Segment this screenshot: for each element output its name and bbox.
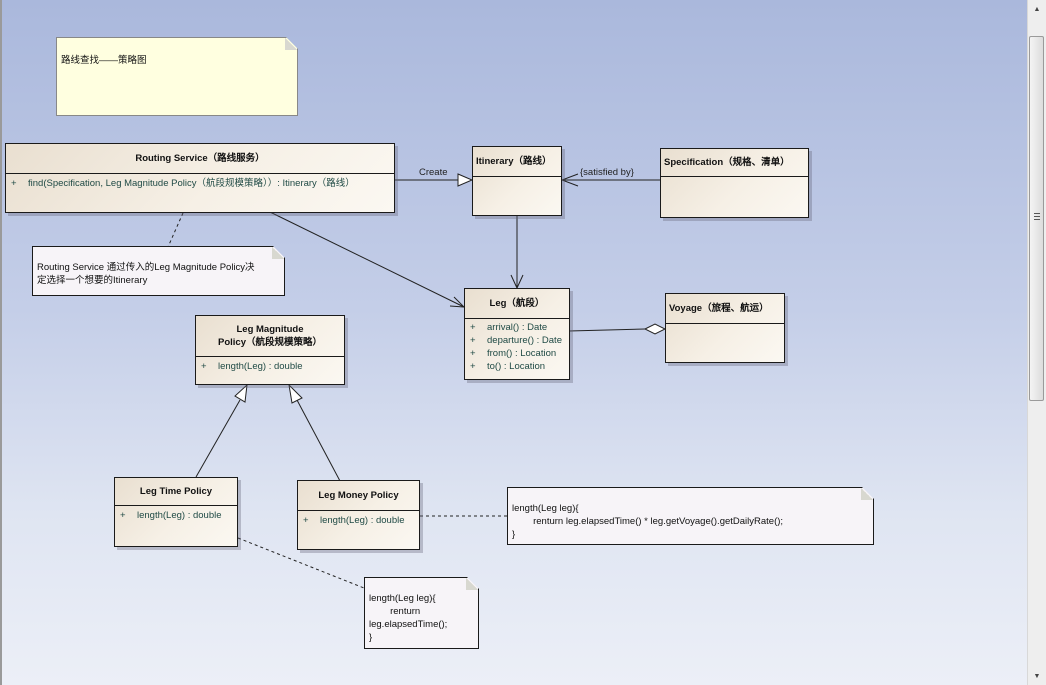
class-leg[interactable]: Leg（航段） + arrival() : Date + departure() :…: [464, 288, 570, 380]
operation-signature: to() : Location: [487, 361, 546, 372]
class-name: Routing Service（路线服务）: [6, 144, 394, 174]
leg-voyage-connector[interactable]: [568, 328, 646, 332]
class-voyage[interactable]: Voyage（旅程、航运）: [665, 293, 785, 363]
create-arrowhead: [457, 173, 474, 187]
visibility-marker: +: [470, 348, 476, 359]
arrow-down-icon: ▼: [1033, 672, 1041, 680]
class-name: Leg Money Policy: [298, 481, 419, 511]
scroll-up-button[interactable]: ▲: [1028, 0, 1046, 18]
class-name: Specification（规格、清单）: [661, 149, 808, 177]
generalization-arrowhead: [288, 383, 303, 404]
class-name-line: Policy（航段规模策略）: [218, 337, 322, 348]
code-line: leg.elapsedTime();: [369, 619, 448, 630]
title-note-text: 路线查找——策略图: [61, 55, 147, 66]
operation-arrival[interactable]: + arrival() : Date: [470, 321, 564, 334]
generalization-arrowhead: [234, 383, 248, 403]
money-policy-generalization[interactable]: [296, 399, 341, 482]
visibility-marker: +: [470, 361, 476, 372]
routing-note-link: [167, 212, 184, 248]
time-policy-code-note[interactable]: length(Leg leg){ renturn leg.elapsedTime…: [364, 577, 479, 649]
create-label: Create: [419, 167, 448, 178]
code-line: renturn leg.elapsedTime() * leg.getVoyag…: [512, 516, 784, 527]
operation-signature: departure() : Date: [487, 335, 562, 346]
money-policy-code-note[interactable]: length(Leg leg){ renturn leg.elapsedTime…: [507, 487, 874, 545]
operation-to[interactable]: + to() : Location: [470, 360, 564, 373]
scrollbar-thumb[interactable]: [1029, 36, 1044, 401]
routing-leg-connector[interactable]: [269, 211, 465, 308]
routing-explanation-note[interactable]: Routing Service 通过传入的Leg Magnitude Polic…: [32, 246, 285, 296]
title-note[interactable]: 路线查找——策略图: [56, 37, 298, 116]
operation-length[interactable]: + length(Leg) : double: [201, 360, 339, 373]
code-line: length(Leg leg){: [512, 503, 579, 514]
operation-signature: length(Leg) : double: [320, 515, 405, 526]
class-leg-time-policy[interactable]: Leg Time Policy + length(Leg) : double: [114, 477, 238, 547]
visibility-marker: +: [11, 178, 17, 189]
code-line: length(Leg leg){: [369, 593, 436, 604]
scroll-down-button[interactable]: ▼: [1028, 667, 1046, 685]
visibility-marker: +: [201, 361, 207, 372]
note-line: Routing Service 通过传入的Leg Magnitude Polic…: [37, 262, 255, 273]
diagram-canvas[interactable]: 路线查找——策略图 Routing Service（路线服务） + find(Sp…: [0, 0, 1027, 685]
operation-signature: find(Specification, Leg Magnitude Policy…: [28, 178, 355, 189]
class-itinerary[interactable]: Itinerary（路线）: [472, 146, 562, 216]
note-line: 定选择一个想要的Itinerary: [37, 275, 148, 286]
operation-find[interactable]: + find(Specification, Leg Magnitude Polic…: [11, 177, 389, 190]
operation-signature: arrival() : Date: [487, 322, 548, 333]
class-name: Itinerary（路线）: [473, 147, 561, 177]
arrow-up-icon: ▲: [1033, 5, 1041, 13]
class-specification[interactable]: Specification（规格、清单）: [660, 148, 809, 218]
grip-icon: [1034, 213, 1040, 221]
class-name-line: Leg Magnitude: [236, 324, 304, 335]
class-name: Voyage（旅程、航运）: [666, 294, 784, 324]
operation-length[interactable]: + length(Leg) : double: [120, 509, 232, 522]
operation-signature: from() : Location: [487, 348, 557, 359]
class-routing-service[interactable]: Routing Service（路线服务） + find(Specificatio…: [5, 143, 395, 213]
class-name: Leg（航段）: [465, 289, 569, 319]
visibility-marker: +: [120, 510, 126, 521]
routing-leg-arrowhead: [449, 296, 466, 308]
code-line: }: [512, 529, 516, 540]
aggregation-diamond: [643, 323, 667, 335]
code-line: }: [369, 632, 373, 643]
class-name: Leg Magnitude Policy（航段规模策略）: [196, 316, 344, 357]
visibility-marker: +: [470, 322, 476, 333]
satisfied-by-label: {satisfied by}: [580, 167, 634, 178]
operation-signature: length(Leg) : double: [137, 510, 222, 521]
operation-signature: length(Leg) : double: [218, 361, 303, 372]
time-policy-generalization[interactable]: [195, 399, 241, 478]
visibility-marker: +: [303, 515, 309, 526]
operation-departure[interactable]: + departure() : Date: [470, 334, 564, 347]
code-line: renturn: [369, 606, 421, 617]
operation-from[interactable]: + from() : Location: [470, 347, 564, 360]
class-name: Leg Time Policy: [115, 478, 237, 506]
visibility-marker: +: [470, 335, 476, 346]
operation-length[interactable]: + length(Leg) : double: [303, 514, 414, 527]
class-leg-money-policy[interactable]: Leg Money Policy + length(Leg) : double: [297, 480, 420, 550]
vertical-scrollbar[interactable]: ▲ ▼: [1027, 0, 1046, 685]
class-leg-magnitude-policy[interactable]: Leg Magnitude Policy（航段规模策略） + length(Leg…: [195, 315, 345, 385]
